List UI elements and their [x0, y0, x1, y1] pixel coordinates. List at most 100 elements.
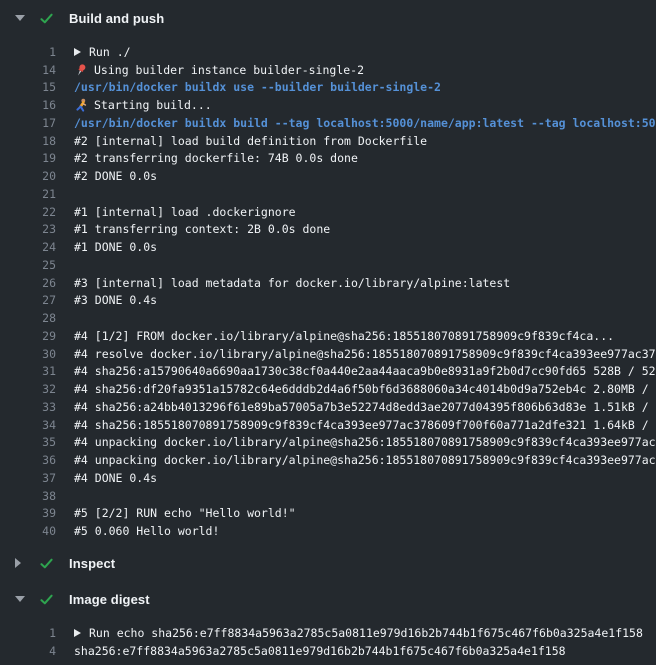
line-number[interactable]: 30: [0, 347, 56, 361]
line-content: #4 sha256:185518070891758909c9f839cf4ca3…: [74, 418, 656, 432]
log-line: 1 Run ./: [0, 43, 656, 61]
line-number[interactable]: 14: [0, 63, 56, 77]
line-content: Starting build...: [74, 98, 212, 112]
line-content: #2 DONE 0.0s: [74, 169, 157, 183]
log-line: 36 #4 unpacking docker.io/library/alpine…: [0, 451, 656, 469]
log-line: 1 Run echo sha256:e7ff8834a5963a2785c5a0…: [0, 624, 656, 642]
line-number[interactable]: 25: [0, 258, 56, 272]
line-number[interactable]: 31: [0, 364, 56, 378]
line-text: #4 [1/2] FROM docker.io/library/alpine@s…: [74, 329, 614, 343]
line-number[interactable]: 28: [0, 311, 56, 325]
log-line: 29 #4 [1/2] FROM docker.io/library/alpin…: [0, 327, 656, 345]
log-line: 28: [0, 309, 656, 327]
line-number[interactable]: 19: [0, 151, 56, 165]
log-line: 22 #1 [internal] load .dockerignore: [0, 203, 656, 221]
line-content: #5 [2/2] RUN echo "Hello world!": [74, 506, 296, 520]
run-group-toggle-icon[interactable]: [74, 48, 81, 56]
step-name: Inspect: [69, 556, 115, 571]
log-line: 4 sha256:e7ff8834a5963a2785c5a0811e979d1…: [0, 642, 656, 660]
line-number[interactable]: 24: [0, 240, 56, 254]
line-text: #2 DONE 0.0s: [74, 169, 157, 183]
line-text: Starting build...: [94, 98, 212, 112]
line-number[interactable]: 4: [0, 644, 56, 658]
line-number[interactable]: 16: [0, 98, 56, 112]
line-number[interactable]: 40: [0, 524, 56, 538]
line-number[interactable]: 23: [0, 222, 56, 236]
line-number[interactable]: 1: [0, 626, 56, 640]
log-line: 20 #2 DONE 0.0s: [0, 167, 656, 185]
log-line: 16 Starting build...: [0, 96, 656, 114]
step-expander-icon: [15, 558, 21, 568]
log-line: 25: [0, 256, 656, 274]
log-line: 24 #1 DONE 0.0s: [0, 238, 656, 256]
line-number[interactable]: 20: [0, 169, 56, 183]
line-text: #4 sha256:185518070891758909c9f839cf4ca3…: [74, 418, 656, 432]
line-number[interactable]: 17: [0, 116, 56, 130]
line-content: #4 unpacking docker.io/library/alpine@sh…: [74, 453, 656, 467]
line-number[interactable]: 18: [0, 134, 56, 148]
step-log-body: 1 Run ./ 14 Using builder instance build…: [0, 36, 656, 545]
line-text: sha256:e7ff8834a5963a2785c5a0811e979d16b…: [74, 644, 566, 658]
line-number[interactable]: 29: [0, 329, 56, 343]
line-number[interactable]: 32: [0, 382, 56, 396]
step-expander-icon: [15, 596, 25, 602]
step-header-inspect[interactable]: Inspect: [0, 545, 656, 581]
line-text: #5 [2/2] RUN echo "Hello world!": [74, 506, 296, 520]
line-content: #1 [internal] load .dockerignore: [74, 205, 296, 219]
line-content: Run echo sha256:e7ff8834a5963a2785c5a081…: [74, 626, 643, 640]
line-content: #4 resolve docker.io/library/alpine@sha2…: [74, 347, 656, 361]
line-number[interactable]: 26: [0, 276, 56, 290]
line-content: #2 [internal] load build definition from…: [74, 134, 427, 148]
line-text: #4 sha256:df20fa9351a15782c64e6dddb2d4a6…: [74, 382, 656, 396]
log-line: 40 #5 0.060 Hello world!: [0, 522, 656, 540]
line-number[interactable]: 37: [0, 471, 56, 485]
line-number[interactable]: 36: [0, 453, 56, 467]
line-text: #4 DONE 0.4s: [74, 471, 157, 485]
workflow-step: Inspect: [0, 545, 656, 581]
line-content: /usr/bin/docker buildx use --builder bui…: [74, 80, 441, 94]
log-line: 26 #3 [internal] load metadata for docke…: [0, 274, 656, 292]
line-content: #3 DONE 0.4s: [74, 293, 157, 307]
line-number[interactable]: 35: [0, 435, 56, 449]
line-content: #4 DONE 0.4s: [74, 471, 157, 485]
line-number[interactable]: 38: [0, 489, 56, 503]
line-text: #1 [internal] load .dockerignore: [74, 205, 296, 219]
line-text: #2 [internal] load build definition from…: [74, 134, 427, 148]
runner-icon: [74, 98, 88, 112]
line-text: #1 DONE 0.0s: [74, 240, 157, 254]
step-header-build-and-push[interactable]: Build and push: [0, 0, 656, 36]
line-number[interactable]: 33: [0, 400, 56, 414]
log-line: 38: [0, 487, 656, 505]
line-content: #4 sha256:a15790640a6690aa1730c38cf0a440…: [74, 364, 656, 378]
step-success-check-icon: [38, 10, 55, 27]
line-text: /usr/bin/docker buildx use --builder bui…: [74, 80, 441, 94]
line-text: #4 sha256:a24bb4013296f61e89ba57005a7b3e…: [74, 400, 656, 414]
line-number[interactable]: 21: [0, 187, 56, 201]
line-number[interactable]: 1: [0, 45, 56, 59]
line-number[interactable]: 22: [0, 205, 56, 219]
line-number[interactable]: 27: [0, 293, 56, 307]
line-number[interactable]: 39: [0, 506, 56, 520]
line-content: #3 [internal] load metadata for docker.i…: [74, 276, 510, 290]
log-line: 39 #5 [2/2] RUN echo "Hello world!": [0, 505, 656, 523]
step-name: Build and push: [69, 11, 164, 26]
line-text: #2 transferring dockerfile: 74B 0.0s don…: [74, 151, 358, 165]
line-text: #3 [internal] load metadata for docker.i…: [74, 276, 510, 290]
line-content: #4 sha256:df20fa9351a15782c64e6dddb2d4a6…: [74, 382, 656, 396]
line-number[interactable]: 15: [0, 80, 56, 94]
line-content: sha256:e7ff8834a5963a2785c5a0811e979d16b…: [74, 644, 566, 658]
log-line: 30 #4 resolve docker.io/library/alpine@s…: [0, 345, 656, 363]
log-line: 14 Using builder instance builder-single…: [0, 61, 656, 79]
line-number[interactable]: 34: [0, 418, 56, 432]
run-group-toggle-icon[interactable]: [74, 629, 81, 637]
step-header-image-digest[interactable]: Image digest: [0, 581, 656, 617]
line-text: #4 unpacking docker.io/library/alpine@sh…: [74, 435, 656, 449]
line-content: /usr/bin/docker buildx build --tag local…: [74, 116, 656, 130]
step-name: Image digest: [69, 592, 150, 607]
log-line: 17 /usr/bin/docker buildx build --tag lo…: [0, 114, 656, 132]
line-text: Using builder instance builder-single-2: [94, 63, 364, 77]
line-content: #5 0.060 Hello world!: [74, 524, 219, 538]
log-line: 35 #4 unpacking docker.io/library/alpine…: [0, 434, 656, 452]
step-success-check-icon: [38, 591, 55, 608]
line-text: #4 sha256:a15790640a6690aa1730c38cf0a440…: [74, 364, 656, 378]
